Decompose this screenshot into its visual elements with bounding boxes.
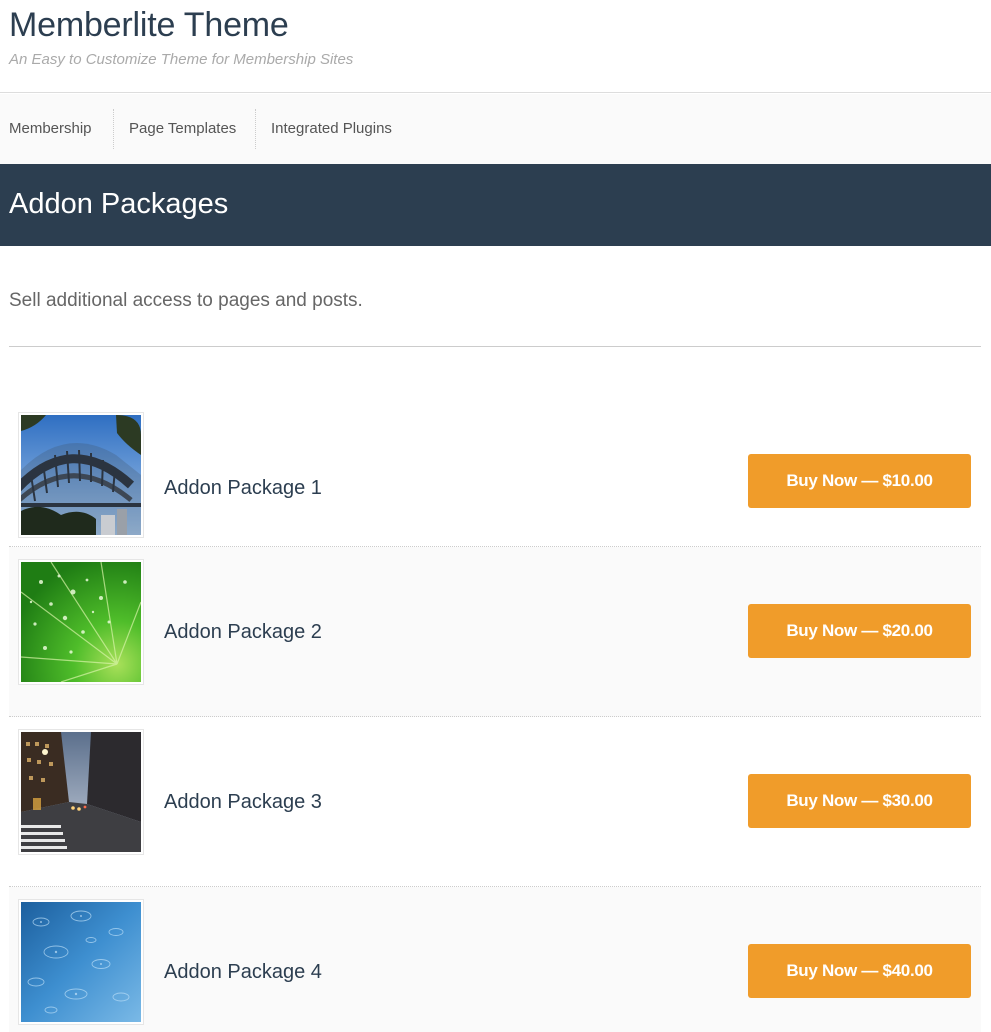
nav-item-integrated-plugins[interactable]: Integrated Plugins (271, 109, 392, 149)
main-navigation: Membership Page Templates Integrated Plu… (0, 94, 991, 164)
buy-now-button[interactable]: Buy Now — $20.00 (748, 604, 971, 658)
nav-item-membership[interactable]: Membership (9, 109, 92, 149)
package-row: Addon Package 4 Buy Now — $40.00 (9, 887, 981, 1032)
package-thumbnail[interactable] (18, 729, 144, 855)
buy-now-button[interactable]: Buy Now — $40.00 (748, 944, 971, 998)
city-street-photo (21, 732, 141, 852)
buy-now-button[interactable]: Buy Now — $30.00 (748, 774, 971, 828)
site-header: Memberlite Theme An Easy to Customize Th… (0, 0, 991, 93)
nav-separator (113, 109, 114, 149)
site-title[interactable]: Memberlite Theme (9, 4, 289, 46)
package-thumbnail[interactable] (18, 899, 144, 1025)
buy-now-button[interactable]: Buy Now — $10.00 (748, 454, 971, 508)
nav-separator (255, 109, 256, 149)
water-photo (21, 902, 141, 1022)
nav-item-page-templates[interactable]: Page Templates (129, 109, 236, 149)
leaf-photo (21, 562, 141, 682)
page-intro: Sell additional access to pages and post… (9, 290, 363, 311)
site-description: An Easy to Customize Theme for Membershi… (9, 51, 354, 68)
package-name[interactable]: Addon Package 3 (164, 789, 322, 815)
page-masthead: Addon Packages (0, 164, 991, 246)
package-row: Addon Package 2 Buy Now — $20.00 (9, 547, 981, 717)
page-title: Addon Packages (9, 188, 229, 220)
intro-divider (9, 346, 981, 347)
bridge-photo (21, 415, 141, 535)
package-thumbnail[interactable] (18, 412, 144, 538)
package-name[interactable]: Addon Package 2 (164, 619, 322, 645)
package-name[interactable]: Addon Package 1 (164, 475, 322, 501)
package-thumbnail[interactable] (18, 559, 144, 685)
package-row: Addon Package 3 Buy Now — $30.00 (9, 717, 981, 887)
package-name[interactable]: Addon Package 4 (164, 959, 322, 985)
package-row: Addon Package 1 Buy Now — $10.00 (9, 376, 981, 546)
